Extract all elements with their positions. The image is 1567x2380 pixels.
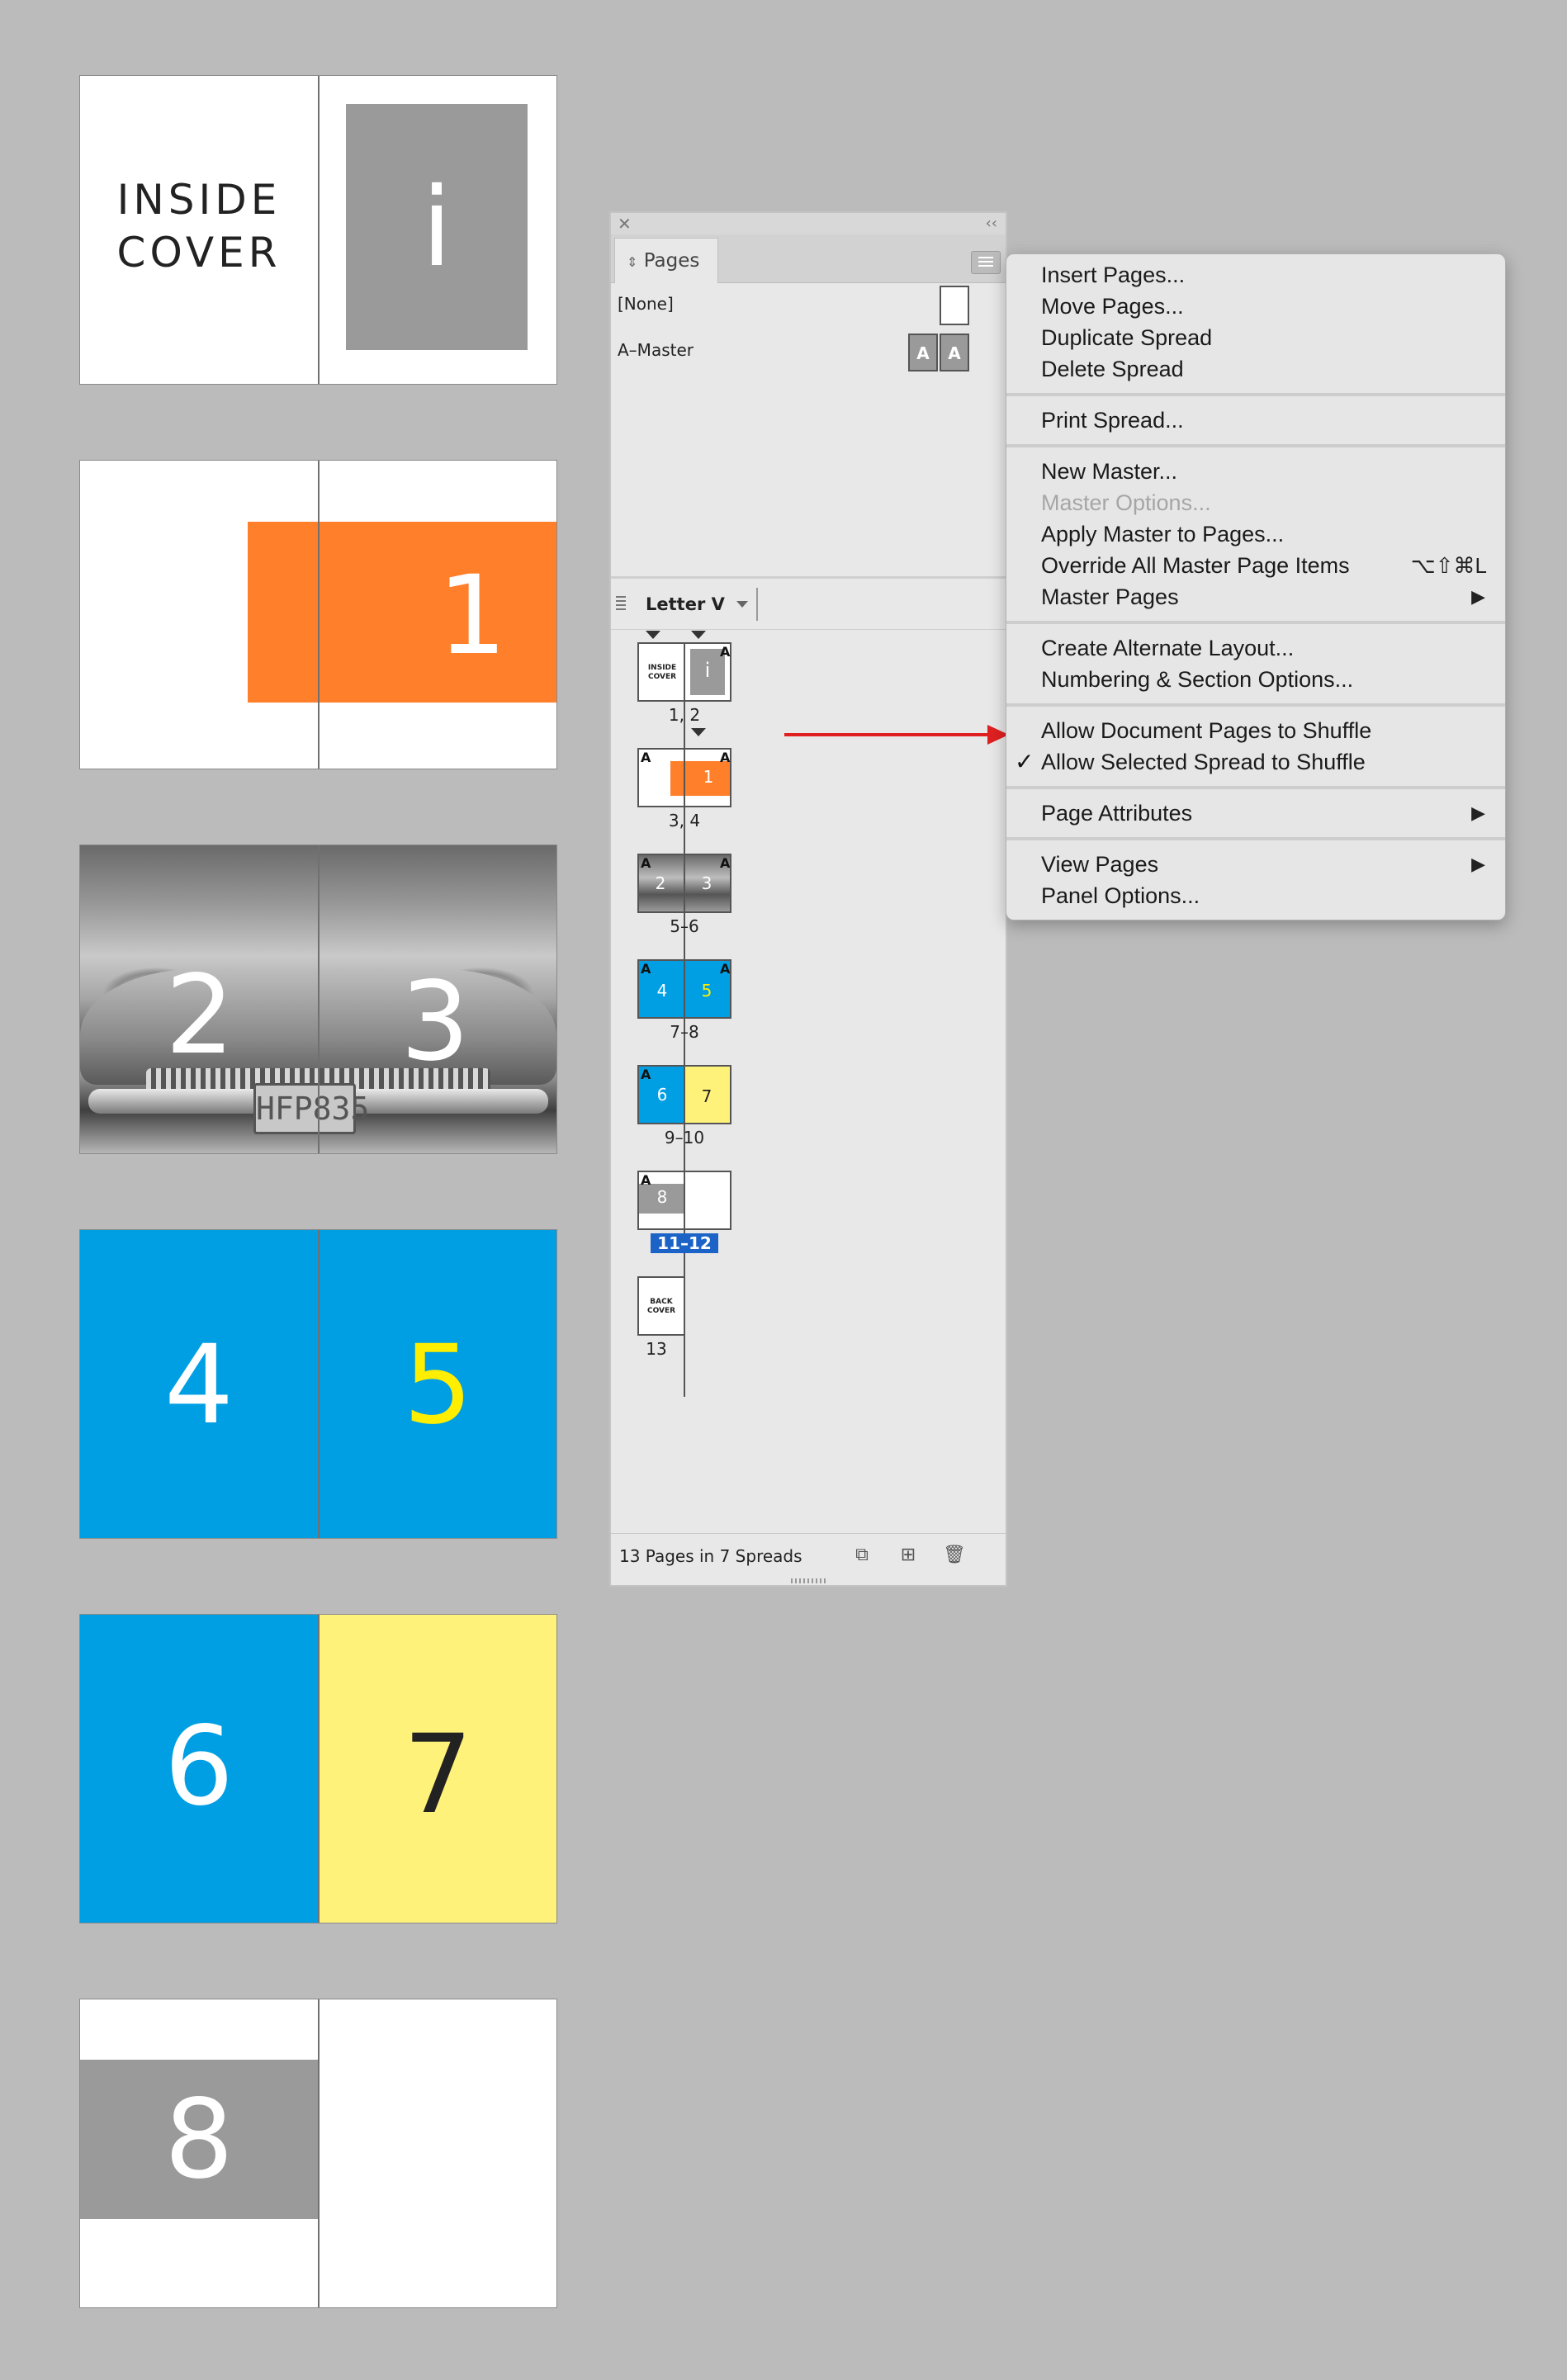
page-5-number: 5 <box>403 1322 473 1449</box>
spread-4-5: 4 5 <box>80 1230 556 1538</box>
page-marker-icon <box>646 631 660 639</box>
inside-cover-text: INSIDE COVER <box>116 176 282 277</box>
menu-item-page-attributes[interactable]: Page Attributes <box>1041 797 1192 829</box>
menu-item-allow-document-shuffle[interactable]: Allow Document Pages to Shuffle <box>1041 715 1371 746</box>
grip-icon[interactable] <box>616 596 626 613</box>
menu-separator <box>1006 444 1505 447</box>
page-1-number: 1 <box>438 552 507 679</box>
menu-item-new-master[interactable]: New Master... <box>1041 456 1177 487</box>
spread-2-3-photo: HFP835 2 3 <box>80 845 556 1153</box>
menu-item-print-spread[interactable]: Print Spread... <box>1041 405 1184 436</box>
thumb-label[interactable]: 9–10 <box>657 1128 712 1147</box>
page-size-bar: Letter V <box>611 580 1006 630</box>
page-7-number: 7 <box>403 1711 473 1838</box>
spread-fold <box>318 461 320 769</box>
page-marker-icon <box>691 728 706 736</box>
thumb-label-selected[interactable]: 11–12 <box>651 1233 718 1253</box>
thumb-spread-9-10[interactable]: 6 7 A <box>637 1065 731 1124</box>
license-plate: HFP835 <box>253 1083 369 1134</box>
thumb-inside-cover-text: INSIDE COVER <box>647 664 677 681</box>
page-8-number: 8 <box>164 2076 234 2203</box>
spread-inside-cover: INSIDE COVER i <box>80 76 556 384</box>
trash-icon[interactable]: 🗑 <box>943 1545 966 1565</box>
spread-6-7: 6 7 <box>80 1615 556 1923</box>
a-master-left-thumbnail[interactable]: A <box>908 334 938 371</box>
thumb-spread-5-6[interactable]: 2 3 A A <box>637 854 731 913</box>
menu-item-view-pages[interactable]: View Pages <box>1041 849 1158 880</box>
menu-item-delete-spread[interactable]: Delete Spread <box>1041 353 1184 385</box>
close-icon[interactable]: ✕ <box>618 213 632 234</box>
menu-item-master-pages[interactable]: Master Pages <box>1041 581 1179 613</box>
spread-fold <box>318 1230 320 1538</box>
a-master-right-thumbnail[interactable]: A <box>940 334 969 371</box>
menu-item-master-options: Master Options... <box>1041 490 1211 515</box>
menu-item-allow-spread-shuffle[interactable]: Allow Selected Spread to Shuffle <box>1041 746 1366 778</box>
menu-separator <box>1006 703 1505 707</box>
thumb-label[interactable]: 5–6 <box>662 916 707 936</box>
menu-item-numbering-section[interactable]: Numbering & Section Options... <box>1041 664 1353 695</box>
spread-fold <box>318 845 320 1153</box>
menu-item-panel-options[interactable]: Panel Options... <box>1041 880 1200 911</box>
submenu-arrow-icon: ▶ <box>1471 854 1485 874</box>
override-shortcut: ⌥⇧⌘L <box>1410 553 1487 578</box>
collapse-icon[interactable]: ‹‹ <box>986 213 997 234</box>
page-marker-icon <box>691 631 706 639</box>
panel-footer: 13 Pages in 7 Spreads ⧉ ⊞ 🗑 <box>611 1533 1006 1585</box>
panel-menu-icon[interactable] <box>971 251 1001 274</box>
thumb-spread-3-4[interactable]: 1 A A <box>637 748 731 807</box>
pages-panel-flyout-menu: Insert Pages... Move Pages... Duplicate … <box>1006 253 1506 920</box>
menu-separator <box>1006 786 1505 789</box>
thumb-spread-11-12[interactable]: 8 A <box>637 1171 731 1230</box>
menu-item-create-alternate-layout[interactable]: Create Alternate Layout... <box>1041 632 1294 664</box>
page-size-select[interactable]: Letter V <box>646 580 725 629</box>
page-3-number: 3 <box>400 958 470 1086</box>
menu-item-override-all[interactable]: Override All Master Page Items <box>1041 550 1350 581</box>
menu-item-move-pages[interactable]: Move Pages... <box>1041 291 1184 322</box>
thumb-back-cover-text: BACK COVER <box>646 1298 676 1315</box>
spread-fold <box>318 76 320 384</box>
spread-1: 1 <box>80 461 556 769</box>
sort-arrows-icon: ⇕ <box>627 254 638 270</box>
thumb-spread-1-2[interactable]: INSIDE COVER i A <box>637 642 731 702</box>
menu-separator <box>1006 837 1505 840</box>
page-6-number: 6 <box>164 1703 234 1830</box>
menu-separator <box>1006 621 1505 624</box>
resize-grip-icon[interactable] <box>791 1578 827 1583</box>
pages-panel: ✕ ‹‹ ⇕ Pages [None] A–Master A A Letter … <box>609 211 1007 1587</box>
checkmark-icon: ✓ <box>1015 749 1034 774</box>
page-4-number: 4 <box>164 1322 234 1449</box>
a-master-label[interactable]: A–Master <box>618 340 694 360</box>
thumb-page-13[interactable]: BACK COVER <box>637 1276 685 1336</box>
thumb-label[interactable]: 7–8 <box>662 1022 707 1042</box>
menu-item-insert-pages[interactable]: Insert Pages... <box>1041 259 1185 291</box>
master-none-label[interactable]: [None] <box>618 294 674 314</box>
thumb-label[interactable]: 1, 2 <box>662 705 707 725</box>
submenu-arrow-icon: ▶ <box>1471 586 1485 607</box>
page-count-status: 13 Pages in 7 Spreads <box>619 1546 802 1566</box>
chevron-down-icon[interactable] <box>736 601 748 608</box>
menu-item-apply-master[interactable]: Apply Master to Pages... <box>1041 518 1284 550</box>
tab-pages[interactable]: ⇕ Pages <box>614 238 718 283</box>
submenu-arrow-icon: ▶ <box>1471 802 1485 823</box>
panel-divider[interactable] <box>611 576 1006 579</box>
thumb-label[interactable]: 3, 4 <box>662 811 707 830</box>
new-page-icon[interactable]: ⊞ <box>898 1545 918 1565</box>
menu-separator <box>1006 393 1505 396</box>
thumb-spread-7-8[interactable]: 4 5 A A <box>637 959 731 1019</box>
red-arrow <box>784 733 989 736</box>
menu-item-duplicate-spread[interactable]: Duplicate Spread <box>1041 322 1212 353</box>
master-a-indicator: A <box>720 644 731 660</box>
spread-8: 8 <box>80 1999 556 2307</box>
thumb-label[interactable]: 13 <box>644 1339 669 1359</box>
page-2-number: 2 <box>165 952 234 1079</box>
spread-fold <box>318 1615 320 1923</box>
page-i-label: i <box>421 164 452 291</box>
edit-page-size-icon[interactable]: ⧉ <box>852 1545 872 1565</box>
master-none-thumbnail[interactable] <box>940 286 969 325</box>
spread-fold <box>318 1999 320 2307</box>
